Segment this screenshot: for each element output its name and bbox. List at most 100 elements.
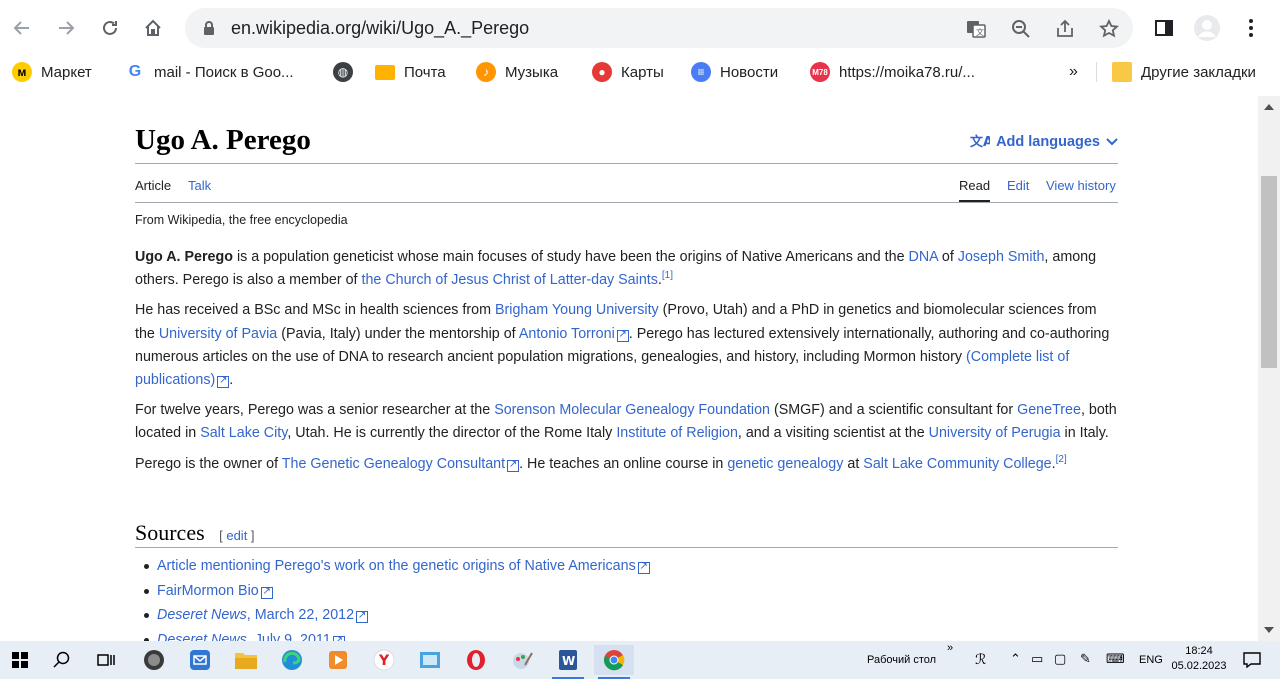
people-icon[interactable]: ℛ xyxy=(975,651,986,668)
taskbar-app-obs[interactable] xyxy=(134,645,174,675)
clock-date: 05.02.2023 xyxy=(1171,660,1227,672)
link-genetic-genealogy-consultant[interactable]: The Genetic Genealogy Consultant xyxy=(282,456,519,472)
windows-taskbar: Y W Рабочий стол » ℛ ⌃ ▭ ▢ ✎ ⌨ ENG 18:24… xyxy=(0,641,1280,679)
bookmark-news[interactable]: ≡ Новости xyxy=(691,60,778,84)
battery-icon[interactable]: ▭ xyxy=(1031,651,1043,667)
text: (Pavia, Italy) under the mentorship of xyxy=(277,325,519,342)
taskbar-app-edge[interactable] xyxy=(272,645,312,675)
scroll-up-button[interactable] xyxy=(1258,96,1280,118)
source-link[interactable]: Deseret News, March 22, 2012 xyxy=(157,607,368,623)
bookmark-google-mail-search[interactable]: G mail - Поиск в Goo... xyxy=(125,60,294,84)
link-slcc[interactable]: Salt Lake Community College xyxy=(863,456,1051,472)
bookmark-market[interactable]: м Маркет xyxy=(12,60,92,84)
translate-icon[interactable]: 文 xyxy=(965,18,987,40)
reference-link[interactable]: [1] xyxy=(662,270,673,281)
forward-button[interactable] xyxy=(52,14,80,42)
taskbar-app-yandex[interactable]: Y xyxy=(364,645,404,675)
link-genetic-genealogy[interactable]: genetic genealogy xyxy=(727,456,843,472)
bookmark-mail[interactable]: Почта xyxy=(375,60,446,84)
edit-section-link[interactable]: edit xyxy=(226,528,247,543)
add-languages-button[interactable]: 文A Add languages xyxy=(970,133,1118,151)
link-salt-lake-city[interactable]: Salt Lake City xyxy=(200,425,287,441)
taskbar-app-photos[interactable] xyxy=(410,645,450,675)
scroll-down-button[interactable] xyxy=(1258,619,1280,641)
bookmark-maps[interactable]: ● Карты xyxy=(592,60,664,84)
taskbar-app-paint[interactable] xyxy=(502,645,542,675)
tab-read[interactable]: Read xyxy=(959,178,991,202)
source-text: Article mentioning Perego's work on the … xyxy=(157,558,636,574)
tab-article[interactable]: Article xyxy=(135,178,171,193)
bookmark-moika78[interactable]: M78 https://moika78.ru/... xyxy=(810,60,975,84)
tab-edit[interactable]: Edit xyxy=(1007,178,1029,193)
lock-icon xyxy=(202,20,216,41)
bookmark-globe[interactable]: ◍ xyxy=(333,60,362,84)
news-icon: ≡ xyxy=(691,62,711,82)
bookmark-label: Маркет xyxy=(41,63,92,81)
link-joseph-smith[interactable]: Joseph Smith xyxy=(958,249,1045,265)
tray-expand-icon[interactable]: ⌃ xyxy=(1010,651,1021,667)
taskbar-app-mail[interactable] xyxy=(180,645,220,675)
share-icon[interactable] xyxy=(1054,18,1076,40)
media-player-icon xyxy=(329,651,347,669)
list-item: Article mentioning Perego's work on the … xyxy=(144,554,650,579)
more-bookmarks-button[interactable]: » xyxy=(1069,60,1078,84)
reference-link[interactable]: [2] xyxy=(1056,454,1067,465)
desktop-toolbar-label[interactable]: Рабочий стол xyxy=(867,654,936,666)
link-lds-church[interactable]: the Church of Jesus Christ of Latter-day… xyxy=(361,272,657,288)
input-language[interactable]: ENG xyxy=(1139,654,1163,666)
link-byu[interactable]: Brigham Young University xyxy=(495,302,659,318)
source-link[interactable]: Article mentioning Perego's work on the … xyxy=(157,558,650,574)
globe-icon: ◍ xyxy=(333,62,353,82)
network-icon[interactable]: ▢ xyxy=(1054,651,1066,667)
taskbar-app-opera[interactable] xyxy=(456,645,496,675)
system-clock[interactable]: 18:24 05.02.2023 xyxy=(1168,644,1230,674)
link-institute-of-religion[interactable]: Institute of Religion xyxy=(616,425,738,441)
svg-text:W: W xyxy=(562,654,575,668)
link-university-of-pavia[interactable]: University of Pavia xyxy=(159,326,277,342)
link-antonio-torroni[interactable]: Antonio Torroni xyxy=(519,326,629,342)
text: at xyxy=(843,455,864,472)
other-bookmarks-folder[interactable]: Другие закладки xyxy=(1112,60,1256,84)
list-item: FairMormon Bio xyxy=(144,579,650,604)
source-link[interactable]: Deseret News, July 9, 2011 xyxy=(157,632,345,642)
paragraph: Ugo A. Perego is a population geneticist… xyxy=(135,246,1118,292)
taskbar-app-explorer[interactable] xyxy=(226,645,266,675)
taskbar-app-chrome[interactable] xyxy=(594,645,634,679)
bookmark-star-icon[interactable] xyxy=(1098,18,1120,40)
side-panel-button[interactable] xyxy=(1150,14,1178,42)
task-view-button[interactable] xyxy=(86,645,126,675)
page-scrollbar[interactable] xyxy=(1258,96,1280,641)
notifications-button[interactable] xyxy=(1232,645,1272,675)
bracket: ] xyxy=(247,528,255,543)
link-genetree[interactable]: GeneTree xyxy=(1017,402,1081,418)
bookmark-music[interactable]: ♪ Музыка xyxy=(476,60,558,84)
browser-toolbar: en.wikipedia.org/wiki/Ugo_A._Perego 文 xyxy=(0,0,1280,56)
tab-talk[interactable]: Talk xyxy=(188,178,211,193)
tab-view-history[interactable]: View history xyxy=(1046,178,1116,193)
reload-icon xyxy=(103,20,117,35)
pen-icon[interactable]: ✎ xyxy=(1080,651,1091,667)
browser-menu-button[interactable] xyxy=(1237,14,1265,42)
search-button[interactable] xyxy=(42,645,82,675)
scroll-thumb[interactable] xyxy=(1261,176,1277,368)
kebab-menu-icon xyxy=(1249,19,1253,37)
title-divider xyxy=(135,163,1118,164)
source-link[interactable]: FairMormon Bio xyxy=(157,583,273,599)
back-button[interactable] xyxy=(8,14,36,42)
address-bar[interactable]: en.wikipedia.org/wiki/Ugo_A._Perego 文 xyxy=(185,8,1133,48)
bookmarks-bar: м Маркет G mail - Поиск в Goo... ◍ Почта… xyxy=(0,56,1280,88)
taskbar-app-word[interactable]: W xyxy=(548,645,588,679)
link-smgf[interactable]: Sorenson Molecular Genealogy Foundation xyxy=(494,402,770,418)
reload-button[interactable] xyxy=(96,14,124,42)
home-button[interactable] xyxy=(139,14,167,42)
start-button[interactable] xyxy=(0,645,40,675)
url-text[interactable]: en.wikipedia.org/wiki/Ugo_A._Perego xyxy=(231,18,529,39)
profile-button[interactable] xyxy=(1193,14,1221,42)
taskbar-app-media[interactable] xyxy=(318,645,358,675)
zoom-icon[interactable] xyxy=(1010,18,1032,40)
toolbar-chevron[interactable]: » xyxy=(947,642,953,654)
link-dna[interactable]: DNA xyxy=(909,249,938,265)
text: Perego is the owner of xyxy=(135,455,282,472)
link-university-of-perugia[interactable]: University of Perugia xyxy=(929,425,1061,441)
keyboard-icon[interactable]: ⌨ xyxy=(1106,651,1125,667)
